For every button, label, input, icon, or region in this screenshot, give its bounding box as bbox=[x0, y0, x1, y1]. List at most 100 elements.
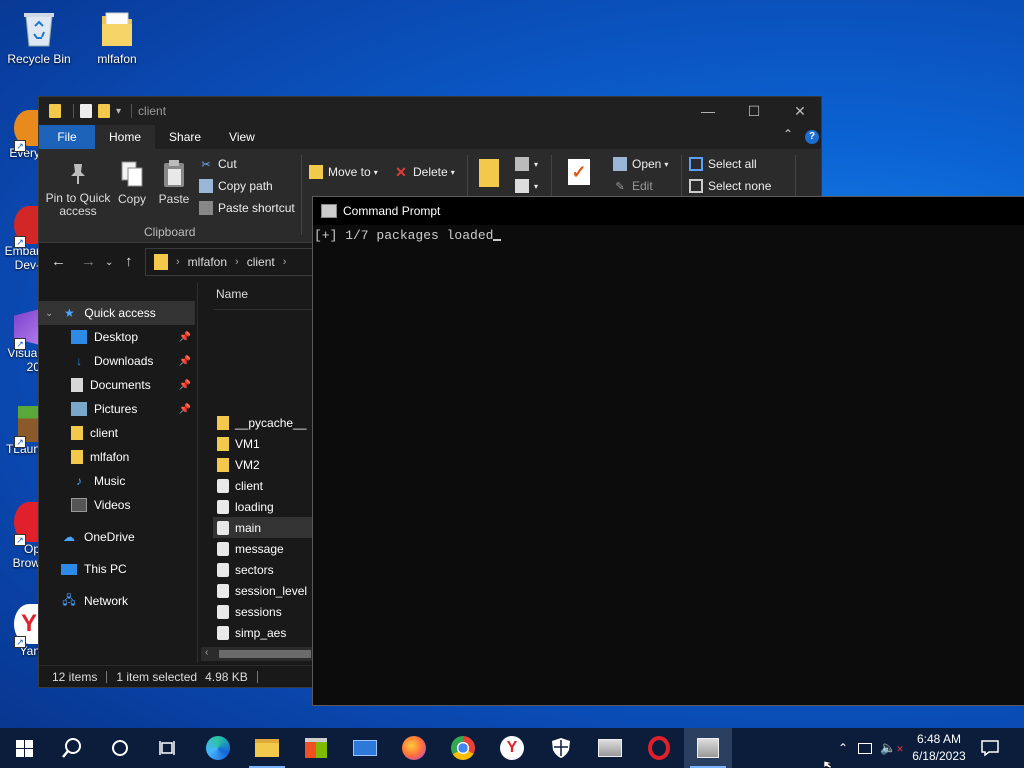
desktop-icon-mlfafon[interactable]: mlfafon bbox=[79, 8, 155, 66]
open-button[interactable]: Open ▾ bbox=[613, 157, 668, 171]
horizontal-scrollbar[interactable]: ‹ bbox=[201, 647, 313, 661]
cmd-title-bar[interactable]: Command Prompt bbox=[313, 197, 1024, 225]
desktop-icon-opera[interactable]: ↗ Op Brow bbox=[0, 502, 40, 570]
properties-button[interactable]: ✓ bbox=[565, 159, 593, 188]
file-row[interactable]: sessions bbox=[213, 601, 313, 622]
file-row[interactable]: sectors bbox=[213, 559, 313, 580]
help-icon[interactable]: ? bbox=[805, 130, 819, 144]
nav-client[interactable]: client bbox=[39, 421, 195, 445]
nav-this-pc[interactable]: This PC bbox=[39, 557, 195, 581]
minimize-button[interactable]: — bbox=[685, 97, 731, 125]
select-all-button[interactable]: Select all bbox=[689, 157, 757, 171]
tab-view[interactable]: View bbox=[215, 125, 269, 149]
desktop-icon-visual-studio[interactable]: ↗ Visual 20 bbox=[0, 308, 40, 374]
firefox-button[interactable] bbox=[390, 728, 438, 768]
edit-label: Edit bbox=[632, 179, 653, 193]
recent-locations-button[interactable]: ⌄ bbox=[105, 257, 113, 268]
scrollbar-thumb[interactable] bbox=[219, 650, 311, 658]
tab-share[interactable]: Share bbox=[155, 125, 215, 149]
pin-to-quick-access-button[interactable]: Pin to Quick access bbox=[43, 159, 113, 218]
desktop-icon-everything[interactable]: ↗ Every bbox=[0, 110, 40, 160]
task-view-button[interactable] bbox=[144, 728, 192, 768]
properties-icon[interactable] bbox=[80, 104, 92, 118]
command-prompt-window[interactable]: Command Prompt [+] 1/7 packages loaded bbox=[312, 196, 1024, 706]
desktop-icon-yandex[interactable]: Y ↗ Yan bbox=[0, 604, 40, 658]
pane-divider[interactable] bbox=[197, 283, 198, 663]
nav-mlfafon[interactable]: mlfafon bbox=[39, 445, 195, 469]
security-button[interactable] bbox=[537, 728, 585, 768]
network-icon[interactable] bbox=[858, 742, 873, 754]
nav-downloads[interactable]: ↓ Downloads 📌 bbox=[39, 349, 195, 373]
back-button[interactable]: ← bbox=[51, 253, 66, 270]
edge-button[interactable] bbox=[194, 728, 242, 768]
chevron-up-icon[interactable]: ⌃ bbox=[783, 127, 793, 141]
chevron-down-icon[interactable]: ▾ bbox=[116, 106, 121, 117]
nav-onedrive[interactable]: ☁ OneDrive bbox=[39, 525, 195, 549]
new-folder-button[interactable] bbox=[477, 159, 501, 190]
nav-desktop[interactable]: Desktop 📌 bbox=[39, 325, 195, 349]
desktop-icon-embarcadero[interactable]: ↗ Embar Dev- bbox=[0, 206, 40, 272]
chevron-up-icon[interactable]: ⌃ bbox=[838, 741, 848, 755]
forward-button[interactable]: → bbox=[81, 253, 96, 270]
tab-home[interactable]: Home bbox=[95, 125, 156, 149]
status-item-count: 12 items bbox=[52, 669, 98, 684]
explorer-title-bar[interactable]: ▾ client — ☐ ✕ bbox=[39, 97, 821, 125]
paste-shortcut-button[interactable]: Paste shortcut bbox=[199, 201, 295, 215]
search-button[interactable] bbox=[48, 728, 96, 768]
breadcrumb-mlfafon[interactable]: mlfafon bbox=[188, 255, 227, 269]
nav-pictures[interactable]: Pictures 📌 bbox=[39, 397, 195, 421]
nav-documents[interactable]: Documents 📌 bbox=[39, 373, 195, 397]
new-item-button[interactable]: ▾ bbox=[515, 157, 538, 171]
file-row[interactable]: message bbox=[213, 538, 313, 559]
cut-button[interactable]: ✂ Cut bbox=[199, 157, 236, 171]
file-row[interactable]: session_level bbox=[213, 580, 313, 601]
chrome-button[interactable] bbox=[439, 728, 487, 768]
app-button[interactable] bbox=[586, 728, 634, 768]
file-explorer-button[interactable] bbox=[243, 728, 291, 768]
volume-muted-icon[interactable]: 🔈✕ bbox=[880, 740, 904, 756]
copy-button[interactable]: Copy bbox=[115, 159, 149, 206]
file-row[interactable]: simp_aes bbox=[213, 622, 313, 643]
nav-onedrive-label: OneDrive bbox=[84, 530, 135, 544]
move-to-button[interactable]: Move to ▾ bbox=[309, 165, 378, 179]
cmd-taskbar-button[interactable] bbox=[684, 728, 732, 768]
up-button[interactable]: ↑ bbox=[125, 253, 133, 270]
nav-music[interactable]: ♪ Music bbox=[39, 469, 195, 493]
folder-icon bbox=[154, 254, 168, 270]
column-header-name[interactable]: Name bbox=[216, 287, 248, 301]
new-folder-icon[interactable] bbox=[98, 104, 110, 118]
delete-button[interactable]: ✕ Delete ▾ bbox=[394, 164, 455, 180]
edit-button[interactable]: ✎ Edit bbox=[613, 179, 653, 193]
cmd-console[interactable]: [+] 1/7 packages loaded bbox=[313, 225, 1024, 243]
file-row[interactable]: __pycache__ bbox=[213, 412, 313, 433]
file-row[interactable]: loading bbox=[213, 496, 313, 517]
desktop-icon-recycle-bin[interactable]: Recycle Bin bbox=[1, 8, 77, 66]
store-button[interactable] bbox=[292, 728, 340, 768]
tab-file[interactable]: File bbox=[39, 125, 95, 149]
yandex-button[interactable]: Y bbox=[488, 728, 536, 768]
desktop-icon-tlauncher[interactable]: ↗ TLaun bbox=[0, 406, 40, 456]
delete-label: Delete bbox=[413, 165, 448, 179]
nav-network[interactable]: 🖧 Network bbox=[39, 589, 195, 613]
cortana-button[interactable] bbox=[96, 728, 144, 768]
scroll-left-icon[interactable]: ‹ bbox=[205, 647, 208, 658]
nav-quick-access[interactable]: ⌄ ★ Quick access bbox=[39, 301, 195, 325]
easy-access-button[interactable]: ▾ bbox=[515, 179, 538, 193]
nav-videos[interactable]: Videos bbox=[39, 493, 195, 517]
mail-icon bbox=[353, 740, 377, 756]
start-button[interactable] bbox=[0, 728, 48, 768]
close-button[interactable]: ✕ bbox=[777, 97, 823, 125]
clock[interactable]: 6:48 AM 6/18/2023 bbox=[906, 731, 972, 765]
file-row[interactable]: client bbox=[213, 475, 313, 496]
maximize-button[interactable]: ☐ bbox=[731, 97, 777, 125]
file-row[interactable]: main bbox=[213, 517, 313, 538]
paste-button[interactable]: Paste bbox=[155, 159, 193, 206]
mail-button[interactable] bbox=[341, 728, 389, 768]
breadcrumb-client[interactable]: client bbox=[247, 255, 275, 269]
copy-path-button[interactable]: Copy path bbox=[199, 179, 273, 193]
file-row[interactable]: VM1 bbox=[213, 433, 313, 454]
notifications-button[interactable] bbox=[968, 728, 1012, 768]
select-none-button[interactable]: Select none bbox=[689, 179, 771, 193]
file-row[interactable]: VM2 bbox=[213, 454, 313, 475]
opera-button[interactable] bbox=[635, 728, 683, 768]
